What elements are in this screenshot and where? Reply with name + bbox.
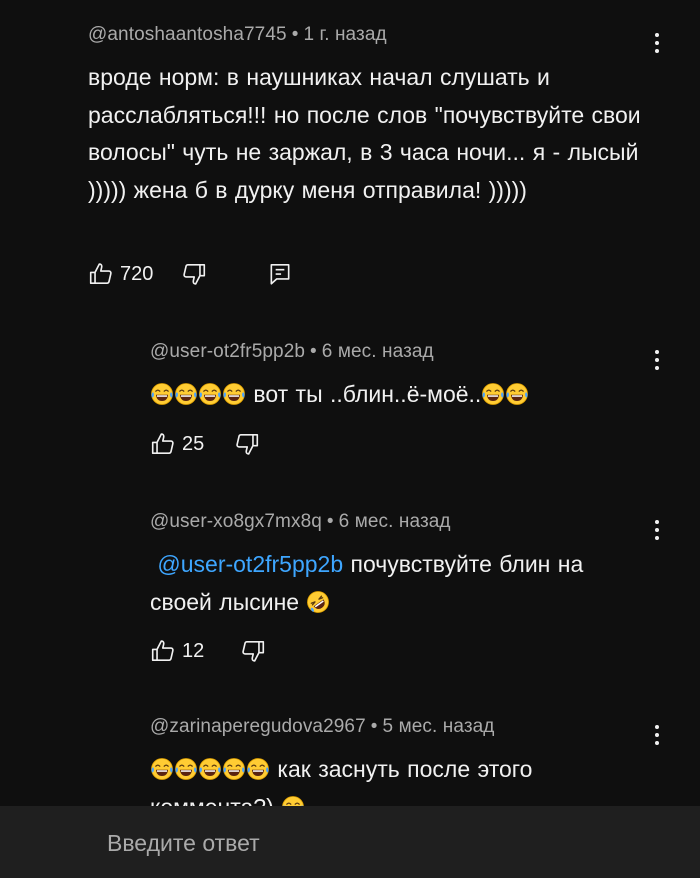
- more-vert-icon[interactable]: [645, 720, 669, 750]
- laugh-emoji: [174, 382, 198, 406]
- comment-body: вот ты ..блин..ё-моё..: [150, 376, 640, 414]
- comment-meta: @antoshaantosha7745 • 1 г. назад: [88, 24, 648, 46]
- like-count: 25: [182, 432, 205, 455]
- laugh-emoji: [198, 382, 222, 406]
- laugh-emoji: [281, 795, 305, 807]
- more-vert-icon[interactable]: [645, 345, 669, 375]
- laugh-emoji: [174, 757, 198, 781]
- thumb-up-icon[interactable]: [150, 638, 176, 664]
- thumb-down-icon[interactable]: [181, 261, 207, 287]
- laugh-emoji: [246, 757, 270, 781]
- meta-separator: •: [370, 716, 378, 737]
- mention-link[interactable]: @user-ot2fr5pp2b: [157, 551, 343, 577]
- reply-composer: [0, 806, 700, 878]
- comment-author[interactable]: @user-ot2fr5pp2b: [150, 341, 305, 362]
- comment-text: вот ты ..блин..ё-моё..: [253, 381, 482, 407]
- laugh-emoji: [481, 382, 505, 406]
- comment-item: @antoshaantosha7745 • 1 г. назад вроде нор…: [88, 24, 648, 209]
- comment-author[interactable]: @zarinaperegudova2967: [150, 716, 366, 737]
- comment-body: как заснуть после этого коммента?): [150, 751, 640, 806]
- reply-item: @zarinaperegudova2967 • 5 мес. назад как з…: [150, 716, 640, 806]
- like-count: 720: [120, 262, 154, 285]
- meta-separator: •: [326, 511, 334, 532]
- like-count: 12: [182, 639, 205, 662]
- comment-meta: @zarinaperegudova2967 • 5 мес. назад: [150, 716, 640, 738]
- laugh-emoji: [198, 757, 222, 781]
- laugh-emoji: [150, 382, 174, 406]
- thumb-down-icon[interactable]: [234, 431, 260, 457]
- comment-time: 6 мес. назад: [338, 511, 451, 532]
- laugh-emoji: [505, 382, 529, 406]
- comment-author[interactable]: @antoshaantosha7745: [88, 24, 287, 45]
- thumb-up-icon[interactable]: [150, 431, 176, 457]
- reply-input[interactable]: [107, 828, 667, 858]
- comment-actions: 25: [150, 429, 260, 459]
- thumb-up-icon[interactable]: [88, 261, 114, 287]
- meta-separator: •: [291, 24, 299, 45]
- comment-time: 6 мес. назад: [321, 341, 434, 362]
- more-vert-icon[interactable]: [645, 28, 669, 58]
- comment-time: 1 г. назад: [303, 24, 387, 45]
- comment-meta: @user-ot2fr5pp2b • 6 мес. назад: [150, 341, 640, 363]
- rofl-emoji: [306, 590, 330, 614]
- comment-meta: @user-xo8gx7mx8q • 6 мес. назад: [150, 511, 640, 533]
- comment-text: вроде норм: в наушниках начал слушать и …: [88, 64, 641, 203]
- comment-replies-screen: @antoshaantosha7745 • 1 г. назад вроде нор…: [0, 0, 700, 878]
- comment-actions: 720: [88, 259, 293, 289]
- comment-time: 5 мес. назад: [382, 716, 495, 737]
- reply-icon[interactable]: [267, 261, 293, 287]
- meta-separator: •: [310, 341, 317, 362]
- comment-author[interactable]: @user-xo8gx7mx8q: [150, 511, 322, 532]
- reply-item: @user-ot2fr5pp2b • 6 мес. назад вот ты ..б…: [150, 341, 640, 414]
- thumb-down-icon[interactable]: [240, 638, 266, 664]
- reply-item: @user-xo8gx7mx8q • 6 мес. назад @user-ot2f…: [150, 511, 640, 621]
- more-vert-icon[interactable]: [645, 515, 669, 545]
- laugh-emoji: [222, 382, 246, 406]
- comments-list: @antoshaantosha7745 • 1 г. назад вроде нор…: [0, 0, 700, 806]
- laugh-emoji: [222, 757, 246, 781]
- comment-body: @user-ot2fr5pp2b почувствуйте блин на св…: [150, 546, 640, 621]
- laugh-emoji: [150, 757, 174, 781]
- comment-actions: 12: [150, 636, 266, 666]
